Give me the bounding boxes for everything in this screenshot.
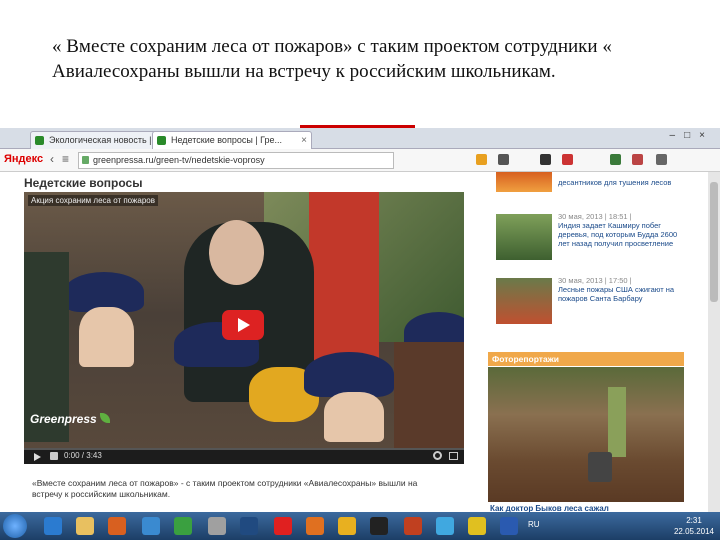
- tab-label: Недетские вопросы | Гре...: [171, 135, 283, 145]
- scrollbar[interactable]: [708, 172, 720, 512]
- news-item[interactable]: 30 мая, 2013 | 17:50 | Лесные пожары США…: [488, 276, 684, 332]
- clock-date: 22.05.2014: [673, 527, 715, 536]
- menu-icon[interactable]: ≡: [62, 152, 69, 166]
- yandex-brand[interactable]: Яндекс: [4, 153, 43, 165]
- news-date: 30 мая, 2013 | 18:51 |: [558, 212, 632, 221]
- url-text: greenpressa.ru/green-tv/nedetskie-vopros…: [93, 155, 265, 165]
- skype-icon[interactable]: [436, 517, 454, 535]
- settings-icon[interactable]: [632, 154, 643, 165]
- bookmark-icon[interactable]: [610, 154, 621, 165]
- lock-icon: [82, 156, 89, 164]
- photo-reports-header[interactable]: Фоторепортажи: [488, 352, 684, 366]
- spy-icon[interactable]: [370, 517, 388, 535]
- play-icon: [238, 318, 250, 332]
- greenpress-logo: Greenpress: [30, 412, 110, 426]
- news-date: 30 мая, 2013 | 17:50 |: [558, 276, 632, 285]
- video-progress-bar[interactable]: [24, 448, 464, 450]
- download-icon[interactable]: [498, 154, 509, 165]
- start-button[interactable]: [3, 514, 27, 538]
- opera-icon[interactable]: [274, 517, 292, 535]
- back-icon[interactable]: ‹: [50, 152, 54, 166]
- section-title: Недетские вопросы: [24, 176, 143, 190]
- scrollbar-thumb[interactable]: [710, 182, 718, 302]
- fullscreen-icon[interactable]: [449, 452, 458, 460]
- media-player-icon[interactable]: [108, 517, 126, 535]
- news-thumbnail: [496, 278, 552, 324]
- close-icon[interactable]: ×: [301, 132, 307, 149]
- photo-report-image[interactable]: [488, 367, 684, 502]
- play-icon[interactable]: [34, 453, 41, 461]
- ie-icon[interactable]: [44, 517, 62, 535]
- video-player[interactable]: Акция сохраним леса от пожаров Greenpres…: [24, 192, 464, 464]
- volume-icon[interactable]: [562, 154, 573, 165]
- news-text: десантников для тушения лесов: [558, 178, 672, 187]
- firefox-icon[interactable]: [306, 517, 324, 535]
- aimp-icon[interactable]: [338, 517, 356, 535]
- star-icon[interactable]: [476, 154, 487, 165]
- explorer-icon[interactable]: [76, 517, 94, 535]
- photo-report-link[interactable]: Как доктор Быков леса сажал: [490, 504, 609, 512]
- chrome2-icon[interactable]: [468, 517, 486, 535]
- paint-icon[interactable]: [404, 517, 422, 535]
- window-controls[interactable]: –□×: [670, 130, 714, 141]
- gear-icon[interactable]: [433, 451, 442, 460]
- browser-screenshot: Экологическая новость | Гр... × Недетски…: [0, 128, 720, 512]
- url-field[interactable]: greenpressa.ru/green-tv/nedetskie-vopros…: [78, 152, 394, 169]
- tab-nedetskie[interactable]: Недетские вопросы | Гре... ×: [152, 131, 312, 149]
- greenpress-favicon-icon: [35, 136, 44, 145]
- news-thumbnail: [496, 214, 552, 260]
- menu-icon[interactable]: [656, 154, 667, 165]
- news-text: Лесные пожары США сжигают на пожаров Сан…: [558, 285, 675, 303]
- video-controls: 0:00 / 3:43: [24, 448, 464, 464]
- play-button[interactable]: [222, 310, 264, 340]
- language-indicator[interactable]: RU: [528, 520, 540, 529]
- monitor-icon[interactable]: [240, 517, 258, 535]
- greenpress-favicon-icon: [157, 136, 166, 145]
- web-page: Недетские вопросы Акция сохраним леса от…: [0, 172, 708, 512]
- system-clock[interactable]: 2:31 22.05.2014: [672, 515, 716, 537]
- volume-icon[interactable]: [50, 452, 58, 460]
- news-text: Индия задает Кашмиру побег деревья, под …: [558, 221, 678, 248]
- clock-time: 2:31: [686, 516, 702, 525]
- video-title: Акция сохраним леса от пожаров: [28, 195, 158, 206]
- chrome-icon[interactable]: [174, 517, 192, 535]
- slide-title: « Вместе сохраним леса от пожаров» с так…: [52, 36, 612, 82]
- news-thumbnail: [496, 172, 552, 192]
- windows-taskbar: RU 2:31 22.05.2014: [0, 512, 720, 540]
- winamp-icon[interactable]: [208, 517, 226, 535]
- address-bar: Яндекс ‹ ≡ greenpressa.ru/green-tv/nedet…: [0, 149, 720, 172]
- media-icon[interactable]: [540, 154, 551, 165]
- news-item[interactable]: 30 мая, 2013 | 18:51 | Индия задает Кашм…: [488, 212, 684, 268]
- tab-bar: Экологическая новость | Гр... × Недетски…: [0, 128, 720, 149]
- fox-icon[interactable]: [142, 517, 160, 535]
- tab-eco-news[interactable]: Экологическая новость | Гр... ×: [30, 131, 170, 149]
- video-time: 0:00 / 3:43: [64, 451, 102, 460]
- video-caption: «Вместе сохраним леса от пожаров» - с та…: [32, 478, 418, 499]
- word-icon[interactable]: [500, 517, 518, 535]
